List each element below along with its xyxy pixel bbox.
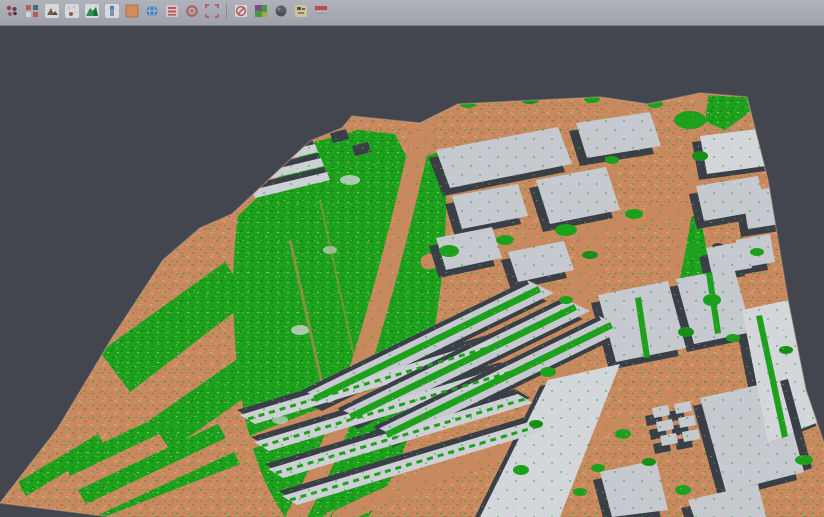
filter-icon[interactable] [233,3,249,19]
terrain-icon[interactable] [84,3,100,19]
toolbar [0,0,824,26]
sample-points-icon[interactable] [64,3,80,19]
profile-icon[interactable] [104,3,120,19]
list-icon[interactable] [164,3,180,19]
toolbar-separator [226,3,227,19]
select-area-icon[interactable] [204,3,220,19]
sphere-icon[interactable] [273,3,289,19]
tile-icon[interactable] [124,3,140,19]
target-icon[interactable] [184,3,200,19]
globe-icon[interactable] [144,3,160,19]
point-cloud-scene [0,26,824,517]
mountain-icon[interactable] [44,3,60,19]
flag-icon[interactable] [313,3,329,19]
clip-points-icon[interactable] [24,3,40,19]
classify-points-icon[interactable] [4,3,20,19]
table-icon[interactable] [293,3,309,19]
3d-viewport[interactable] [0,26,824,517]
classification-palette-icon[interactable] [253,3,269,19]
